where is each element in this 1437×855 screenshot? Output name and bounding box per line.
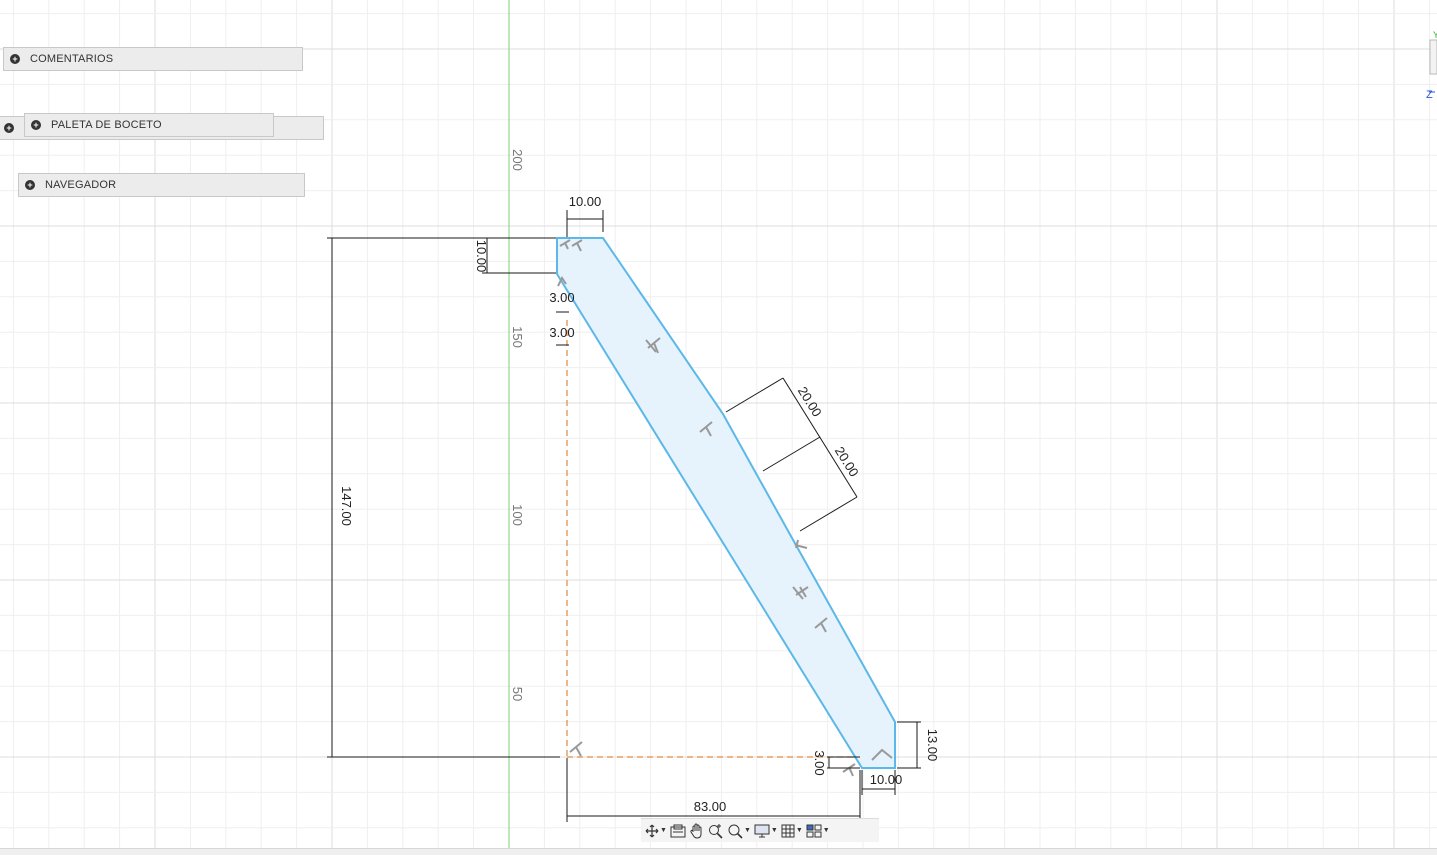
sketch-profile[interactable]	[556, 237, 896, 769]
grid-settings-button[interactable]: ▼	[781, 821, 803, 841]
view-cube[interactable]: Y Z	[1425, 30, 1437, 101]
expand-icon[interactable]: +	[25, 180, 35, 190]
grid-label-100: 100	[510, 504, 525, 526]
dim-bottom-small[interactable]: 3.00	[812, 750, 827, 775]
zoom-button[interactable]	[708, 821, 724, 841]
dim-thickness-a[interactable]: 3.00	[549, 290, 574, 305]
dim-diag-a[interactable]: 20.00	[795, 384, 825, 420]
zoom-icon	[708, 823, 723, 839]
navigation-toolbar: ▼ ▼ ▼ ▼ ▼	[641, 818, 879, 842]
view-cube-y-label: Y	[1433, 30, 1437, 40]
orbit-icon	[645, 824, 659, 837]
look-at-button[interactable]	[670, 821, 686, 841]
dim-top-offset[interactable]: 10.00	[474, 240, 489, 273]
fit-icon	[728, 824, 743, 839]
svg-text:200: 200	[510, 149, 525, 171]
dim-thickness-b[interactable]: 3.00	[549, 325, 574, 340]
viewports-icon	[806, 824, 822, 837]
dim-bottom-width[interactable]: 10.00	[870, 772, 903, 787]
svg-text:50: 50	[510, 687, 525, 701]
view-cube-z-label: Z	[1426, 89, 1433, 100]
grid-label-150: 150	[510, 326, 525, 348]
expand-icon[interactable]: +	[31, 120, 41, 130]
display-settings-button[interactable]: ▼	[754, 821, 778, 841]
navigator-label: NAVEGADOR	[45, 179, 117, 191]
dim-base-length[interactable]: 83.00	[694, 799, 727, 814]
viewports-button[interactable]: ▼	[806, 821, 830, 841]
pan-button[interactable]	[689, 821, 705, 841]
dim-right-height[interactable]: 13.00	[925, 729, 940, 762]
comments-panel-label: COMENTARIOS	[30, 53, 114, 65]
orbit-button[interactable]: ▼	[645, 821, 667, 841]
fit-button[interactable]: ▼	[727, 821, 751, 841]
svg-text:150: 150	[510, 326, 525, 348]
grid-label-200: 200	[510, 149, 525, 171]
display-settings-icon	[754, 824, 770, 837]
sketch-palette-panel[interactable]: + PALETA DE BOCETO	[24, 113, 274, 137]
dim-total-height[interactable]: 147.00	[339, 486, 354, 526]
look-at-icon	[670, 824, 686, 837]
navigator-panel[interactable]: + NAVEGADOR	[18, 173, 305, 197]
svg-text:100: 100	[510, 504, 525, 526]
expand-icon[interactable]: +	[10, 54, 20, 64]
sketch-palette-label: PALETA DE BOCETO	[51, 119, 162, 131]
grid-settings-icon	[781, 824, 795, 837]
comments-panel[interactable]: + COMENTARIOS	[3, 47, 303, 71]
grid-label-50: 50	[510, 687, 525, 701]
dim-top-width[interactable]: 10.00	[569, 194, 602, 209]
expand-icon[interactable]: +	[4, 123, 14, 133]
pan-icon	[690, 823, 702, 839]
